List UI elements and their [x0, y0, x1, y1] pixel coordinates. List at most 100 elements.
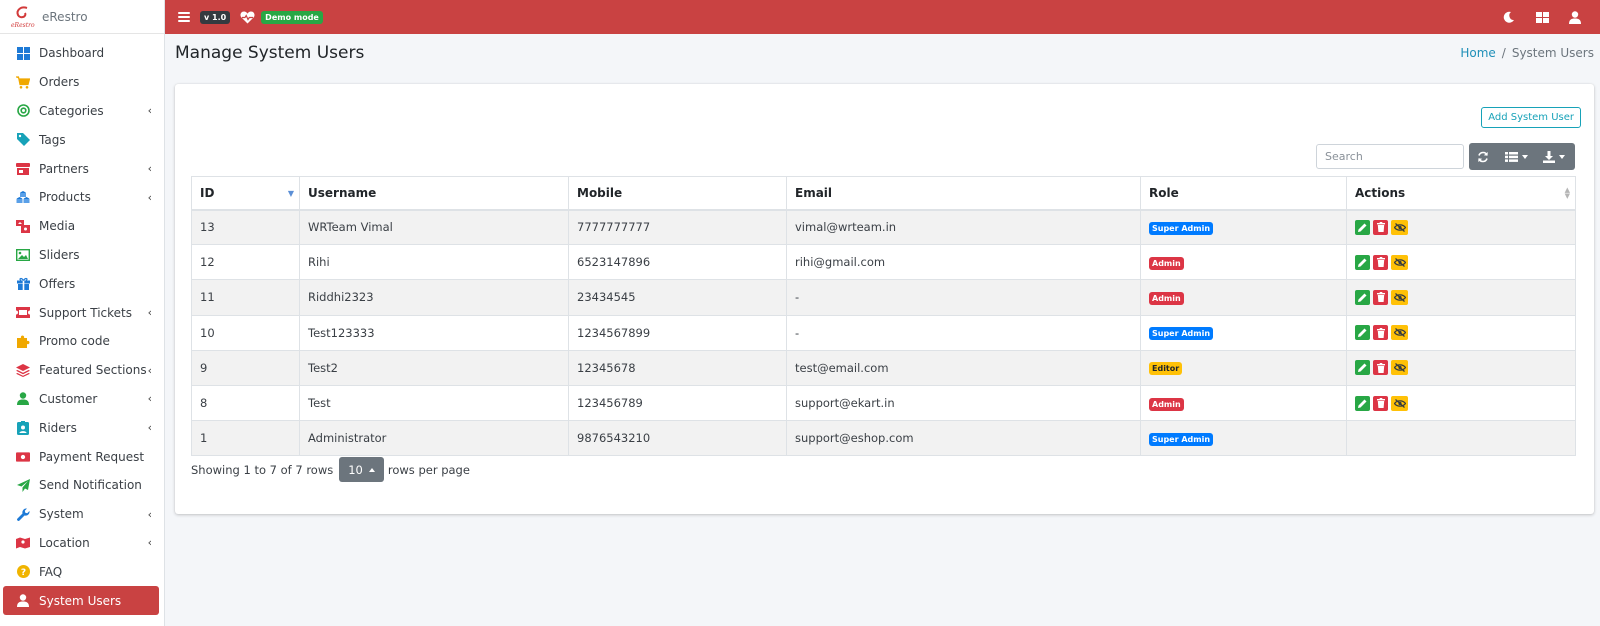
cell-id: 8 — [191, 384, 300, 422]
trash-icon — [1376, 292, 1385, 303]
column-header-role[interactable]: Role — [1140, 176, 1347, 211]
sidebar-item-tags[interactable]: Tags — [0, 125, 164, 154]
cell-username: Test123333 — [299, 314, 569, 351]
pencil-icon — [1358, 258, 1367, 267]
delete-button[interactable] — [1373, 325, 1388, 341]
cell-mobile: 123456789 — [568, 384, 787, 422]
sidebar-item-products[interactable]: Products ‹ — [0, 183, 164, 212]
cell-email: - — [786, 279, 1141, 316]
deactivate-button[interactable] — [1391, 325, 1408, 341]
edit-button[interactable] — [1355, 395, 1370, 411]
system-users-card: Add System User ID▼ Username Mobile Emai… — [175, 84, 1594, 514]
sidebar-item-support-tickets[interactable]: Support Tickets ‹ — [0, 298, 164, 327]
sidebar-item-label: Location — [39, 535, 90, 550]
edit-button[interactable] — [1355, 254, 1370, 270]
role-badge: Editor — [1149, 362, 1183, 376]
search-input[interactable] — [1316, 144, 1464, 169]
sidebar-nav: Dashboard Orders Categories ‹ Tags Partners ‹ P… — [0, 34, 164, 615]
sidebar-item-location[interactable]: Location ‹ — [0, 529, 164, 558]
brand[interactable]: eRestro eRestro — [0, 0, 164, 34]
tag-icon — [16, 133, 30, 147]
edit-button[interactable] — [1355, 289, 1370, 305]
add-system-user-button[interactable]: Add System User — [1481, 107, 1581, 128]
sidebar-item-offers[interactable]: Offers — [0, 269, 164, 298]
delete-button[interactable] — [1373, 254, 1388, 270]
columns-toggle-button[interactable] — [1497, 143, 1535, 170]
demo-mode-badge: Demo mode — [261, 10, 323, 24]
export-button[interactable] — [1535, 143, 1573, 170]
role-badge: Admin — [1149, 256, 1184, 270]
cell-mobile: 6523147896 — [568, 244, 787, 281]
sidebar-item-system-users[interactable]: System Users — [3, 586, 159, 615]
topbar-actions — [1502, 0, 1582, 34]
delete-button[interactable] — [1373, 360, 1388, 376]
grid-icon[interactable] — [1535, 10, 1549, 24]
edit-button[interactable] — [1355, 360, 1370, 376]
breadcrumb-separator: / — [1501, 46, 1506, 60]
version-badge: v 1.0 — [200, 10, 231, 24]
pagination-info: Showing 1 to 7 of 7 rows — [191, 462, 334, 477]
column-header-id[interactable]: ID ▼ — [191, 176, 300, 211]
trash-icon — [1376, 257, 1385, 268]
breadcrumb-home-link[interactable]: Home — [1460, 46, 1495, 60]
edit-button[interactable] — [1355, 219, 1370, 235]
sidebar-item-categories[interactable]: Categories ‹ — [0, 97, 164, 126]
columns-icon — [1504, 151, 1518, 162]
sidebar-item-partners[interactable]: Partners ‹ — [0, 154, 164, 183]
menu-toggle-icon[interactable] — [178, 12, 190, 22]
delete-button[interactable] — [1373, 395, 1388, 411]
deactivate-button[interactable] — [1391, 219, 1408, 235]
svg-text:?: ? — [20, 568, 25, 578]
column-header-email[interactable]: Email — [786, 176, 1141, 211]
sidebar-item-label: Promo code — [39, 334, 110, 349]
sidebar-item-orders[interactable]: Orders — [0, 68, 164, 97]
sidebar-item-customer[interactable]: Customer ‹ — [0, 385, 164, 414]
sidebar-item-label: Offers — [39, 276, 76, 291]
edit-button[interactable] — [1355, 325, 1370, 341]
column-header-actions[interactable]: Actions ▲ ▼ — [1346, 176, 1576, 211]
cell-email: vimal@wrteam.in — [786, 208, 1141, 246]
question-icon: ? — [16, 565, 30, 579]
user-profile-icon[interactable] — [1568, 10, 1582, 24]
deactivate-button[interactable] — [1391, 254, 1408, 270]
sidebar-item-payment-request[interactable]: Payment Request — [0, 442, 164, 471]
sidebar-item-send-notification[interactable]: Send Notification — [0, 471, 164, 500]
pencil-icon — [1358, 293, 1367, 302]
sidebar-item-promo-code[interactable]: Promo code — [0, 327, 164, 356]
cell-id: 13 — [191, 208, 300, 246]
moon-icon[interactable] — [1502, 10, 1516, 24]
sidebar-item-label: Orders — [39, 75, 80, 90]
page-size-dropdown[interactable]: 10 — [339, 457, 384, 482]
cell-username: Administrator — [299, 420, 569, 457]
sidebar-item-media[interactable]: Media — [0, 212, 164, 241]
deactivate-button[interactable] — [1391, 395, 1408, 411]
sidebar-item-label: FAQ — [39, 564, 63, 579]
deactivate-button[interactable] — [1391, 289, 1408, 305]
chevron-left-icon: ‹ — [147, 104, 152, 118]
refresh-button[interactable] — [1469, 143, 1497, 170]
download-icon — [1543, 150, 1555, 163]
deactivate-button[interactable] — [1391, 360, 1408, 376]
cell-mobile: 23434545 — [568, 279, 787, 316]
sidebar-item-faq[interactable]: ? FAQ — [0, 557, 164, 586]
cell-id: 11 — [191, 279, 300, 316]
sidebar-item-dashboard[interactable]: Dashboard — [0, 39, 164, 68]
sidebar-item-label: Payment Request — [39, 449, 145, 464]
delete-button[interactable] — [1373, 289, 1388, 305]
cell-email: rihi@gmail.com — [786, 244, 1141, 281]
column-header-username[interactable]: Username — [299, 176, 569, 211]
sidebar-item-featured-sections[interactable]: Featured Sections ‹ — [0, 356, 164, 385]
table-row: 9 Test2 12345678 test@email.com Editor — [191, 349, 1576, 386]
sidebar-item-sliders[interactable]: Sliders — [0, 241, 164, 270]
sidebar-item-system[interactable]: System ‹ — [0, 500, 164, 529]
cell-username: Riddhi2323 — [299, 279, 569, 316]
eye-slash-icon — [1393, 222, 1406, 232]
paper-plane-icon — [16, 478, 30, 492]
table-row: 13 WRTeam Vimal 7777777777 vimal@wrteam.in S… — [191, 208, 1576, 246]
column-header-mobile[interactable]: Mobile — [568, 176, 787, 211]
cell-role: Super Admin — [1140, 420, 1347, 457]
delete-button[interactable] — [1373, 219, 1388, 235]
sidebar-item-riders[interactable]: Riders ‹ — [0, 413, 164, 442]
map-marker-icon — [16, 536, 30, 550]
eye-slash-icon — [1393, 293, 1406, 302]
